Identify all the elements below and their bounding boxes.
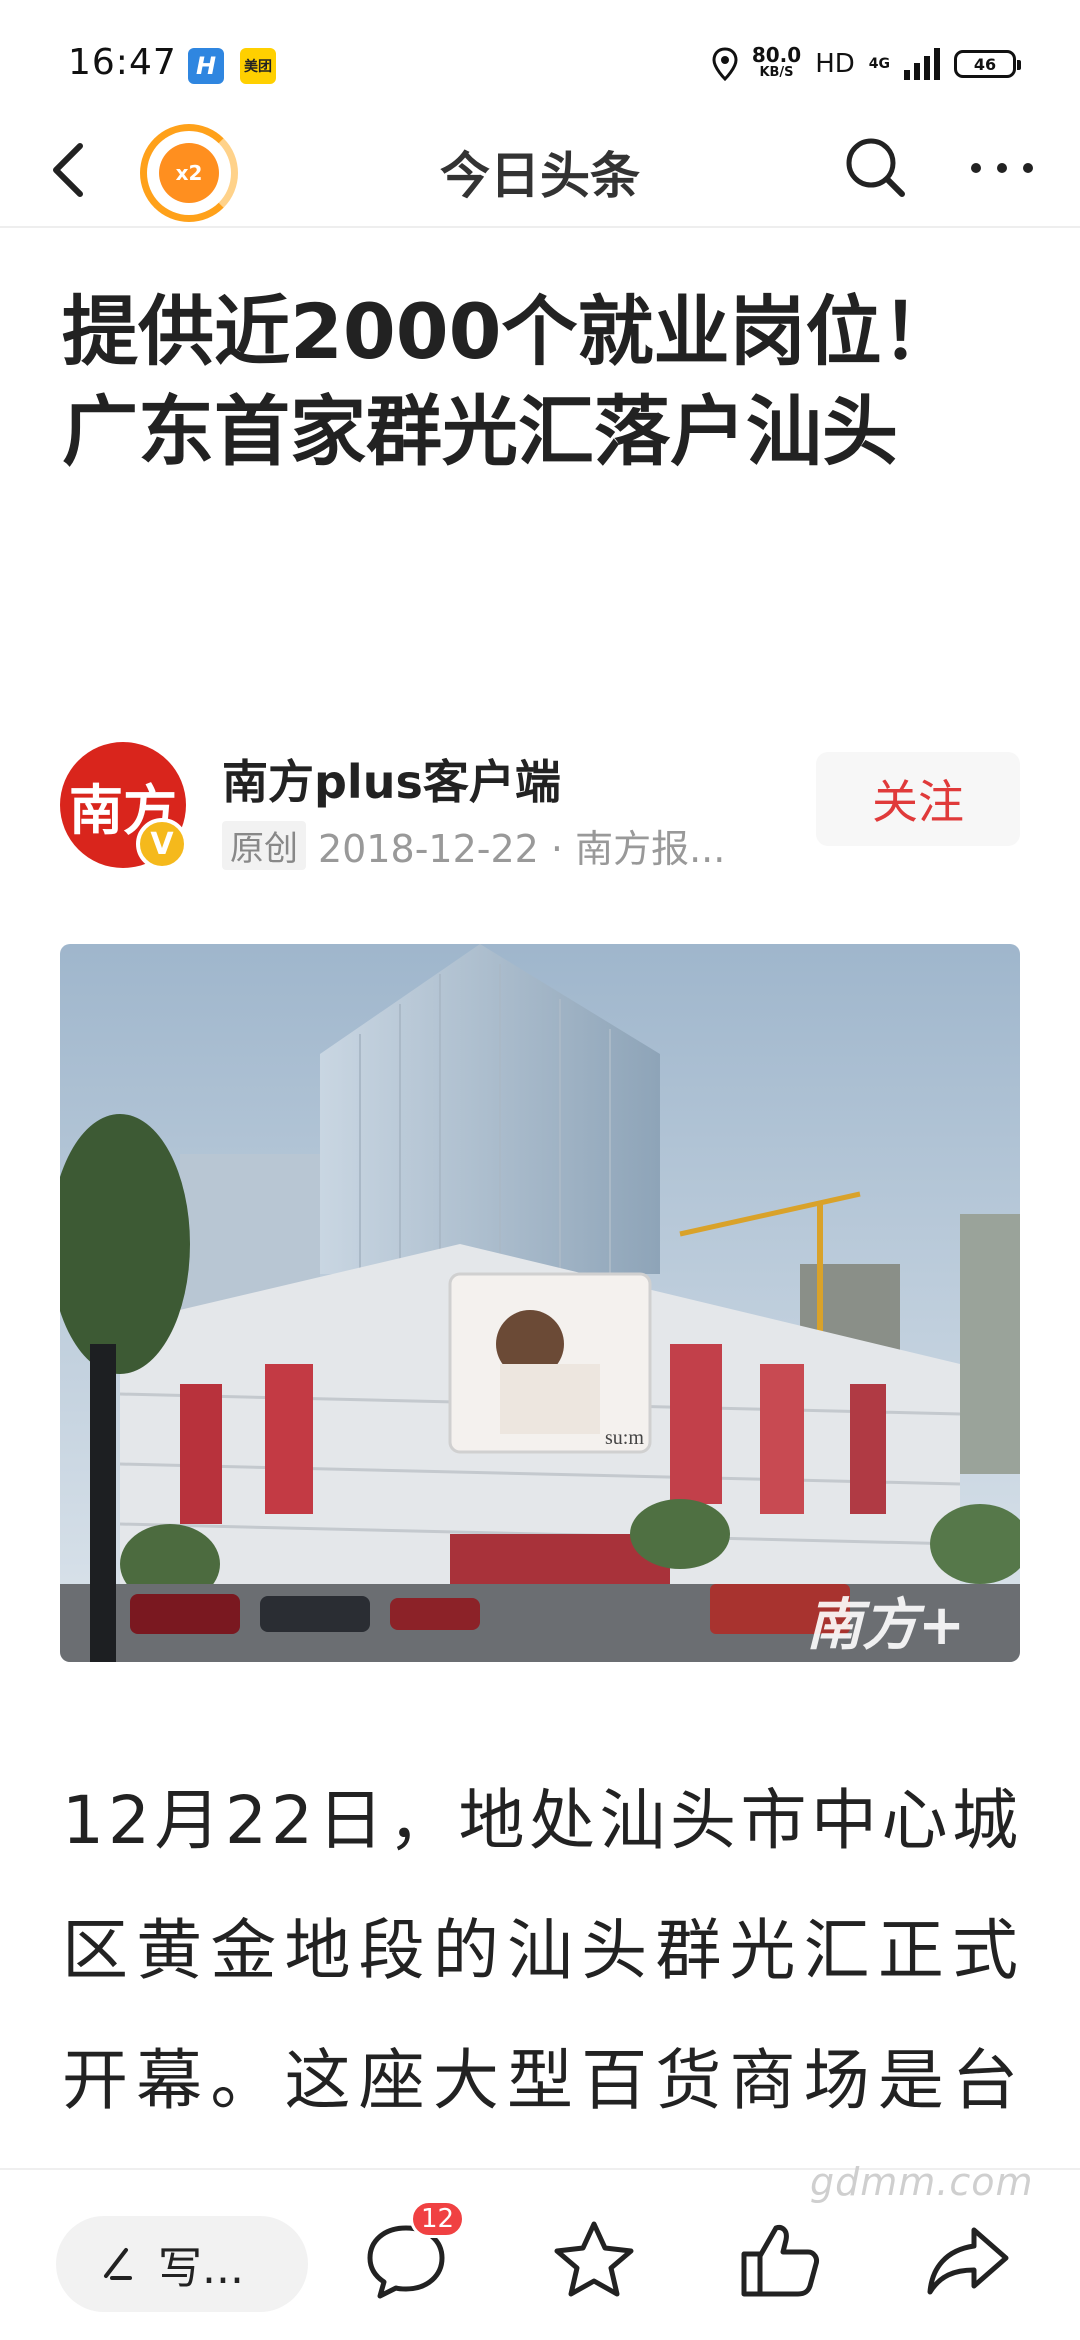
author-name[interactable]: 南方plus客户端 bbox=[222, 746, 561, 812]
status-indicators: 80.0 KB/S HD 4G 46 bbox=[712, 42, 1021, 86]
nav-bar: x2 今日头条 bbox=[0, 110, 1080, 228]
site-watermark: gdmm.com bbox=[810, 2160, 1034, 2204]
original-tag: 原创 bbox=[222, 820, 306, 870]
more-button[interactable] bbox=[962, 138, 1042, 198]
date-source: 2018-12-22 · 南方报... bbox=[318, 826, 726, 871]
network-type: 4G bbox=[868, 56, 890, 72]
star-icon bbox=[554, 2221, 634, 2297]
meituan-icon: 美团 bbox=[240, 48, 276, 84]
screen-logo-text: su:m bbox=[605, 1427, 644, 1449]
hd-indicator: HD bbox=[815, 49, 855, 79]
article-meta: 原创 2018-12-22 · 南方报... bbox=[222, 820, 725, 871]
comment-count-badge: 12 bbox=[410, 2200, 466, 2238]
status-time: 16:47 bbox=[68, 42, 177, 83]
article-photo[interactable]: su:m 南方+ bbox=[60, 944, 1020, 1662]
like-button[interactable] bbox=[730, 2210, 830, 2310]
write-comment-box[interactable]: 写... bbox=[56, 2216, 308, 2312]
thumbs-up-icon bbox=[741, 2225, 819, 2297]
status-bar: 16:47 H 美团 80.0 KB/S HD 4G 46 bbox=[0, 0, 1080, 120]
search-button[interactable] bbox=[836, 128, 916, 208]
share-button[interactable] bbox=[918, 2210, 1018, 2310]
location-icon bbox=[712, 47, 738, 81]
share-icon bbox=[927, 2227, 1009, 2295]
favorite-button[interactable] bbox=[544, 2210, 644, 2310]
mall-photo-illustration: su:m 南方+ bbox=[60, 944, 1020, 1662]
page-title: 今日头条 bbox=[440, 147, 640, 205]
signal-icon bbox=[904, 48, 940, 80]
photo-watermark: 南方+ bbox=[806, 1593, 965, 1658]
article-headline: 提供近2000个就业岗位！广东首家群光汇落户汕头 bbox=[62, 287, 958, 476]
net-speed-unit: KB/S bbox=[759, 65, 794, 80]
pen-icon bbox=[104, 2248, 132, 2280]
article-body: 12月22日，地处汕头市中心城区黄金地段的汕头群光汇正式开幕。这座大型百货商场是… bbox=[62, 1782, 1022, 2176]
browser-h-icon: H bbox=[188, 48, 224, 84]
search-icon bbox=[846, 138, 905, 197]
follow-button[interactable]: 关注 bbox=[816, 752, 1020, 846]
verified-badge: V bbox=[136, 818, 188, 870]
net-speed-value: 80.0 bbox=[751, 43, 802, 67]
more-icon bbox=[971, 163, 1033, 173]
net-speed: 80.0 KB/S bbox=[751, 43, 802, 82]
battery-icon: 46 bbox=[954, 50, 1021, 78]
write-comment-label: 写... bbox=[158, 2243, 244, 2294]
